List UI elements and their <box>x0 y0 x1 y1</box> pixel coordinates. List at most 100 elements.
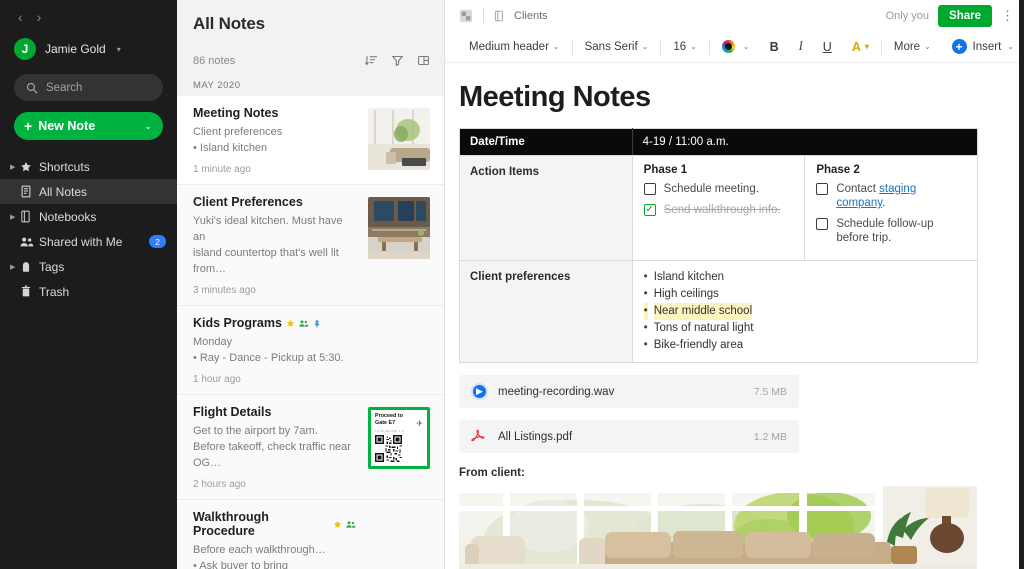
boarding-pass-sub: 10:45 AM 28A 1 C <box>375 429 404 433</box>
new-note-label: New Note <box>38 119 96 133</box>
chevron-down-icon: ⌄ <box>742 42 750 51</box>
notes-list-panel: All Notes 86 notes MAY 2020 Meeting Note… <box>177 0 445 569</box>
note-preview-line: Client preferences <box>193 126 283 138</box>
more-label: More <box>893 40 921 53</box>
checkbox[interactable] <box>643 183 656 195</box>
note-title: Kids Programs <box>193 316 356 330</box>
checkbox-checked[interactable]: ✓ <box>643 204 656 216</box>
chevron-down-icon: ⌄ <box>552 42 560 51</box>
app-window: ‹ › J Jamie Gold ▾ Search + New Note ⌄ ▶ <box>0 0 1024 569</box>
notes-icon <box>20 185 39 198</box>
chevron-down-icon[interactable]: ⌄ <box>144 121 152 132</box>
preference-label: Island kitchen <box>653 271 725 283</box>
checklist-text-before: Contact <box>836 183 880 195</box>
sidebar-item-trash[interactable]: Trash <box>0 279 177 304</box>
preference-label: Tons of natural light <box>653 322 754 334</box>
insert-button[interactable]: + Insert ⌄ <box>951 39 1014 54</box>
preference-label-highlighted: Near middle school <box>653 303 753 320</box>
sidebar-item-notebooks[interactable]: ▶ Notebooks <box>0 204 177 229</box>
notebook-icon <box>20 210 39 223</box>
chevron-down-icon: ▾ <box>116 44 121 54</box>
sidebar-nav: ▶ Shortcuts All Notes ▶ Notebooks Shared… <box>0 154 177 304</box>
phase-heading: Phase 1 <box>643 164 688 176</box>
kebab-menu-icon[interactable]: ⋮ <box>1001 9 1014 22</box>
note-preview-line: • Island kitchen <box>193 142 268 154</box>
note-title-text: Kids Programs <box>193 316 282 330</box>
tree-icon <box>313 318 321 328</box>
phase-1-cell: Phase 1 Schedule meeting. ✓ Send walkthr… <box>631 155 806 261</box>
filter-icon[interactable] <box>391 54 404 67</box>
qr-code-icon <box>375 435 402 462</box>
sidebar-item-shortcuts[interactable]: ▶ Shortcuts <box>0 154 177 179</box>
client-preferences-list: • Island kitchen • High ceilings • Near mid… <box>643 269 966 354</box>
bullet-icon: • <box>643 322 648 334</box>
disclosure-triangle-icon[interactable]: ▶ <box>10 163 20 171</box>
divider <box>880 38 882 55</box>
people-icon <box>20 236 39 248</box>
list-item[interactable]: Kids Programs Monday • Ray - Dance - Pic… <box>177 306 444 395</box>
checklist-item[interactable]: Schedule follow-up before trip. <box>816 217 966 245</box>
new-note-button[interactable]: + New Note ⌄ <box>14 112 163 140</box>
notebook-icon <box>494 10 504 22</box>
share-button[interactable]: Share <box>938 4 992 27</box>
checkbox[interactable] <box>816 183 829 195</box>
phase-2-cell: Phase 2 Contact staging company. Schedul… <box>804 155 978 261</box>
nav-arrows: ‹ › <box>0 4 177 24</box>
attachment-audio[interactable]: ▶ meeting-recording.wav 7.5 MB <box>459 375 799 408</box>
disclosure-triangle-icon[interactable]: ▶ <box>10 213 20 221</box>
search-placeholder: Search <box>46 81 83 94</box>
font-size-dropdown[interactable]: 16 ⌄ <box>663 36 707 58</box>
divider <box>660 38 662 55</box>
row-label-action-items: Action Items <box>459 155 633 261</box>
star-icon <box>286 319 295 328</box>
list-item[interactable]: Client Preferences Yuki's ideal kitchen.… <box>177 185 444 306</box>
list-item[interactable]: Walkthrough Procedure Before each walkth… <box>177 500 444 569</box>
italic-button[interactable]: I <box>789 36 813 58</box>
trash-icon <box>20 285 39 298</box>
note-preview-line: Before takeoff, check traffic near OG… <box>193 441 351 469</box>
disclosure-triangle-icon[interactable]: ▶ <box>10 263 20 271</box>
bullet-icon: • <box>643 271 648 283</box>
checkbox[interactable] <box>816 218 829 230</box>
shared-count-badge: 2 <box>149 235 166 248</box>
sidebar-item-label: Shortcuts <box>39 159 90 174</box>
tag-icon <box>20 260 39 273</box>
checklist-item[interactable]: ✓ Send walkthrough info. <box>643 203 794 217</box>
note-body[interactable]: Meeting Notes Date/Time 4-19 / 11:00 a.m… <box>445 63 1024 569</box>
note-timestamp: 1 minute ago <box>193 164 251 175</box>
bold-button[interactable]: B <box>760 36 789 58</box>
view-options-icon[interactable] <box>417 54 430 67</box>
highlight-button[interactable]: A ▾ <box>842 36 879 58</box>
forward-arrow-icon[interactable]: › <box>37 10 42 24</box>
paragraph-style-dropdown[interactable]: Medium header ⌄ <box>459 36 570 58</box>
account-switcher[interactable]: J Jamie Gold ▾ <box>0 24 177 60</box>
notes-list-actions <box>365 54 430 67</box>
sidebar-item-shared-with-me[interactable]: Shared with Me 2 <box>0 229 177 254</box>
attachment-pdf[interactable]: All Listings.pdf 1.2 MB <box>459 420 799 453</box>
expand-note-icon[interactable] <box>459 9 473 23</box>
sidebar-item-all-notes[interactable]: All Notes <box>0 179 177 204</box>
sort-icon[interactable] <box>365 54 378 67</box>
more-formatting-dropdown[interactable]: More ⌄ <box>884 36 941 58</box>
note-preview-line: island countertop that's well lit from… <box>193 247 339 275</box>
breadcrumb[interactable]: Clients <box>514 10 548 22</box>
underline-button[interactable]: U <box>813 36 842 58</box>
search-input[interactable]: Search <box>14 74 163 101</box>
meeting-notes-table: Date/Time 4-19 / 11:00 a.m. Action Items… <box>459 128 979 363</box>
font-family-dropdown[interactable]: Sans Serif ⌄ <box>575 36 659 58</box>
checklist-item[interactable]: Schedule meeting. <box>643 182 794 196</box>
sidebar-item-tags[interactable]: ▶ Tags <box>0 254 177 279</box>
list-item[interactable]: Meeting Notes Client preferences • Islan… <box>177 96 444 185</box>
note-timestamp: 1 hour ago <box>193 374 241 385</box>
checklist-item[interactable]: Contact staging company. <box>816 182 966 210</box>
note-timestamp: 3 minutes ago <box>193 285 256 296</box>
editor-top-actions: Only you Share ⋮ <box>886 4 1014 27</box>
back-arrow-icon[interactable]: ‹ <box>18 10 23 24</box>
notes-list-title: All Notes <box>193 14 265 33</box>
checklist-label: Contact staging company. <box>836 182 966 210</box>
note-preview-line: Yuki's ideal kitchen. Must have an <box>193 215 343 243</box>
text-color-dropdown[interactable]: ⌄ <box>712 36 760 58</box>
plus-icon: + <box>951 39 967 54</box>
list-item[interactable]: Flight Details Get to the airport by 7am… <box>177 395 444 500</box>
note-timestamp: 2 hours ago <box>193 479 246 490</box>
